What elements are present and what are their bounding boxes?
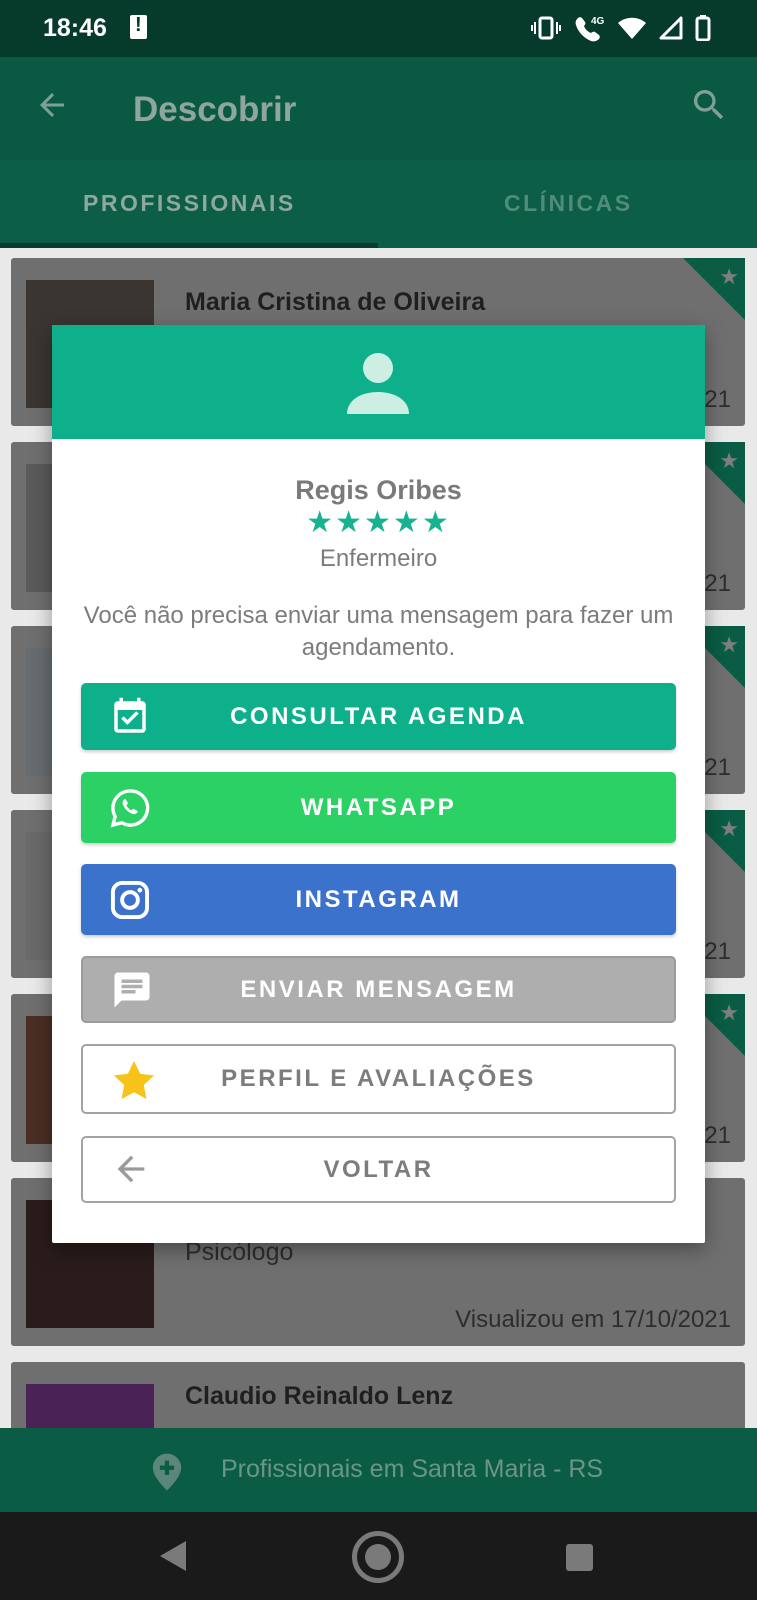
star-icon (111, 1058, 155, 1100)
professional-name: Regis Oribes (295, 475, 462, 505)
battery-icon (695, 15, 711, 46)
status-time: 18:46 (43, 14, 107, 42)
page-title: Descobrir (133, 90, 297, 129)
location-pin-icon (150, 1452, 184, 1492)
location-bar[interactable]: Profissionais em Santa Maria - RS (0, 1428, 757, 1512)
tab-clinicas[interactable]: CLÍNICAS (504, 190, 633, 217)
professional-role: Enfermeiro (319, 545, 438, 572)
calendar-check-icon (109, 696, 151, 738)
wifi-icon (617, 16, 647, 45)
alert-icon (130, 14, 147, 39)
search-icon[interactable] (689, 85, 729, 125)
star-icon: ★ (719, 816, 739, 841)
view-date: 21 (704, 938, 731, 965)
network-type: 4G (591, 16, 605, 27)
dialog-message: Você não precisa enviar uma mensagem par… (83, 602, 674, 661)
profile-reviews-button[interactable]: PERFIL E AVALIAÇÕES (81, 1044, 676, 1114)
send-message-button[interactable]: ENVIAR MENSAGEM (81, 956, 676, 1023)
back-button[interactable]: VOLTAR (81, 1136, 676, 1203)
professional-dialog: Regis Oribes ★★★★★ Enfermeiro Você não p… (52, 325, 705, 1243)
vibrate-icon (531, 16, 561, 45)
dialog-header (52, 325, 705, 439)
whatsapp-icon (109, 787, 151, 829)
nav-home-icon[interactable] (352, 1531, 404, 1583)
button-label: PERFIL E AVALIAÇÕES (221, 1065, 536, 1092)
arrow-back-icon[interactable] (34, 87, 70, 123)
status-bar: 18:46 4G (0, 0, 757, 57)
volte-call-icon: 4G (573, 14, 605, 47)
list-item[interactable]: Claudio Reinaldo Lenz (11, 1362, 745, 1428)
professional-name: Maria Cristina de Oliveira (185, 288, 486, 316)
app-bar: Descobrir (0, 57, 757, 160)
star-icon: ★ (719, 264, 739, 289)
rating-stars: ★★★★★ (306, 506, 451, 539)
button-label: INSTAGRAM (295, 885, 462, 913)
tab-profissionais[interactable]: PROFISSIONAIS (83, 190, 296, 217)
star-icon: ★ (719, 448, 739, 473)
chat-icon (111, 969, 153, 1011)
consult-agenda-button[interactable]: CONSULTAR AGENDA (81, 683, 676, 750)
signal-icon (659, 16, 683, 45)
whatsapp-button[interactable]: WHATSAPP (81, 772, 676, 843)
tab-bar: PROFISSIONAIS CLÍNICAS (0, 160, 757, 248)
professional-name: Claudio Reinaldo Lenz (185, 1382, 454, 1410)
instagram-button[interactable]: INSTAGRAM (81, 864, 676, 935)
arrow-back-icon (111, 1149, 153, 1191)
location-text: Profissionais em Santa Maria - RS (221, 1455, 604, 1483)
system-nav-bar (0, 1512, 757, 1600)
nav-recents-icon[interactable] (566, 1544, 593, 1571)
star-icon: ★ (719, 632, 739, 657)
button-label: WHATSAPP (300, 793, 457, 821)
nav-back-icon[interactable] (160, 1541, 186, 1571)
button-label: CONSULTAR AGENDA (230, 702, 527, 730)
view-date: 21 (704, 754, 731, 781)
view-date: 21 (704, 1122, 731, 1149)
button-label: ENVIAR MENSAGEM (240, 975, 517, 1003)
view-date: 21 (704, 570, 731, 597)
view-date: Visualizou em 17/10/2021 (455, 1306, 731, 1333)
instagram-icon (109, 879, 151, 921)
avatar (26, 1384, 154, 1428)
button-label: VOLTAR (323, 1155, 434, 1183)
star-icon: ★ (719, 1000, 739, 1025)
view-date: 21 (704, 386, 731, 413)
person-icon (345, 350, 411, 416)
